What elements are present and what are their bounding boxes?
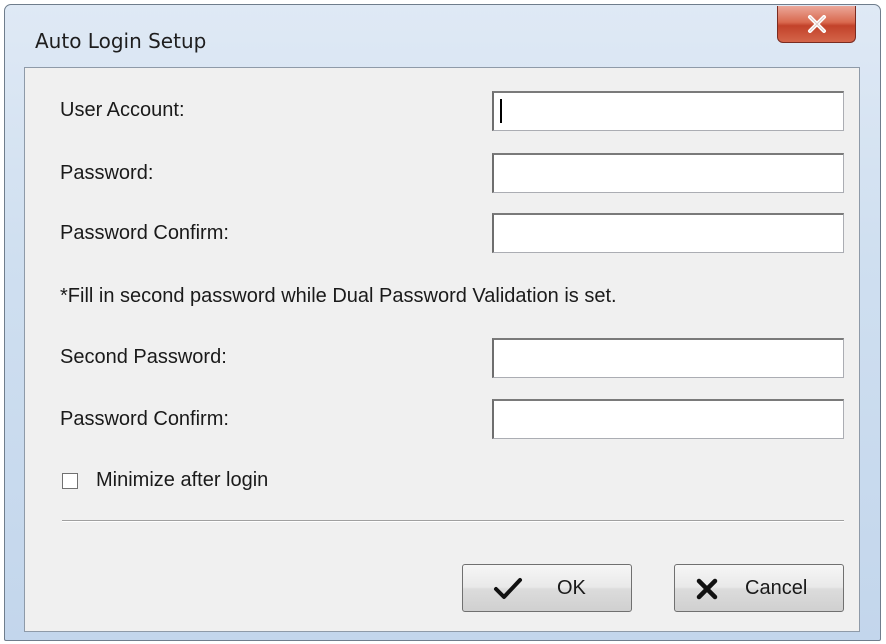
password-confirm-label: Password Confirm: [60, 222, 229, 244]
text-caret [500, 99, 502, 123]
separator [62, 520, 844, 522]
dual-password-note: *Fill in second password while Dual Pass… [60, 285, 617, 307]
cancel-button-label: Cancel [745, 577, 808, 599]
close-icon [807, 15, 827, 33]
user-account-input[interactable] [492, 91, 844, 131]
password-confirm-input[interactable] [492, 213, 844, 253]
close-button[interactable] [777, 6, 856, 43]
user-account-label: User Account: [60, 99, 185, 121]
checkmark-icon [493, 577, 523, 606]
password-label: Password: [60, 162, 154, 184]
x-mark-icon [695, 577, 719, 606]
minimize-checkbox[interactable] [62, 473, 78, 489]
ok-button-label: OK [557, 577, 586, 599]
minimize-label[interactable]: Minimize after login [96, 469, 268, 492]
cancel-button[interactable]: Cancel [674, 564, 844, 612]
title-bar[interactable]: Auto Login Setup [5, 5, 880, 67]
second-password-input[interactable] [492, 338, 844, 378]
dialog-body: User Account: Password: Password Confirm… [24, 67, 860, 632]
password-input[interactable] [492, 153, 844, 193]
window-title: Auto Login Setup [35, 29, 207, 53]
second-password-confirm-input[interactable] [492, 399, 844, 439]
second-password-label: Second Password: [60, 346, 227, 368]
second-password-confirm-label: Password Confirm: [60, 408, 229, 430]
ok-button[interactable]: OK [462, 564, 632, 612]
auto-login-dialog: Auto Login Setup User Account: Password:… [4, 4, 881, 641]
